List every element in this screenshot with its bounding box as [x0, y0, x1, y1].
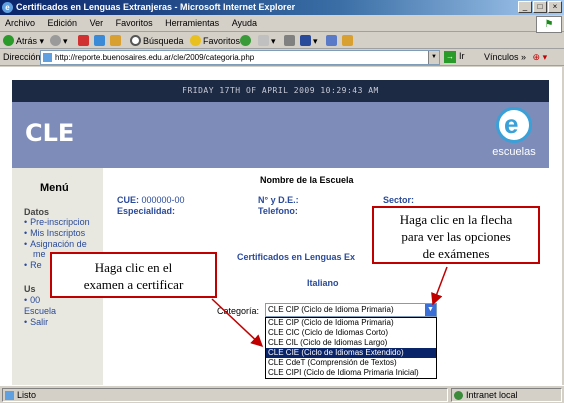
- page-content: FRIDAY 17TH OF APRIL 2009 10:29:43 AM CL…: [0, 67, 564, 385]
- minimize-button[interactable]: _: [518, 1, 532, 13]
- links-button[interactable]: Vínculos » ⊕ ▾: [484, 52, 547, 63]
- print-button[interactable]: [284, 34, 297, 48]
- discuss-button[interactable]: [326, 34, 339, 48]
- stop-icon: [78, 35, 89, 46]
- back-button[interactable]: Atrás ▾: [3, 34, 44, 48]
- favorites-button[interactable]: Favoritos: [190, 34, 240, 48]
- menu-bar: Archivo Edición Ver Favoritos Herramient…: [0, 15, 564, 32]
- edit-icon: [300, 35, 311, 46]
- status-text: Listo: [2, 388, 448, 402]
- edit-button[interactable]: ▾: [300, 34, 318, 48]
- forward-button[interactable]: ▾: [50, 34, 68, 48]
- go-arrow-icon: →: [444, 51, 456, 63]
- back-arrow-icon: [3, 35, 14, 46]
- pdf-icon[interactable]: ⊕ ▾: [533, 52, 548, 62]
- window-controls: _ □ ×: [518, 1, 562, 13]
- stop-button[interactable]: [78, 34, 91, 48]
- refresh-icon: [94, 35, 105, 46]
- refresh-button[interactable]: [94, 34, 107, 48]
- arrow-to-dropdown: [431, 266, 448, 306]
- address-url: http://reporte.buenosaires.edu.ar/cle/20…: [55, 53, 255, 62]
- address-bar: Dirección http://reporte.buenosaires.edu…: [0, 49, 564, 66]
- go-button[interactable]: → Ir: [444, 51, 465, 63]
- history-icon: [240, 35, 251, 46]
- home-button[interactable]: [110, 34, 123, 48]
- security-zone: Intranet local: [451, 388, 562, 402]
- discuss-icon: [326, 35, 337, 46]
- history-button[interactable]: [240, 34, 253, 48]
- ie-icon: e: [2, 2, 13, 13]
- page-icon: [43, 53, 52, 62]
- maximize-button[interactable]: □: [533, 1, 547, 13]
- mail-button[interactable]: ▾: [258, 34, 276, 48]
- address-label: Dirección: [3, 52, 41, 62]
- intranet-icon: [454, 391, 463, 400]
- window-title: Certificados en Lenguas Extranjeras - Mi…: [16, 2, 296, 12]
- menu-herramientas[interactable]: Herramientas: [160, 15, 224, 31]
- close-button[interactable]: ×: [548, 1, 562, 13]
- window-title-bar: e Certificados en Lenguas Extranjeras - …: [0, 0, 564, 15]
- messenger-icon: [342, 35, 353, 46]
- status-bar: Listo Intranet local: [0, 385, 564, 403]
- messenger-button[interactable]: [342, 34, 355, 48]
- windows-logo-icon: ⚑: [536, 16, 562, 33]
- menu-edicion[interactable]: Edición: [43, 15, 83, 31]
- star-icon: [190, 35, 201, 46]
- toolbar: Atrás ▾ ▾ Búsqueda Favoritos ▾ ▾: [0, 33, 564, 49]
- arrow-to-option: [211, 298, 264, 348]
- menu-archivo[interactable]: Archivo: [0, 15, 40, 31]
- search-icon: [130, 35, 141, 46]
- search-button[interactable]: Búsqueda: [130, 34, 184, 48]
- address-dropdown-icon[interactable]: ▼: [428, 51, 439, 64]
- address-input[interactable]: http://reporte.buenosaires.edu.ar/cle/20…: [40, 50, 440, 65]
- menu-ayuda[interactable]: Ayuda: [227, 15, 262, 31]
- mail-icon: [258, 35, 269, 46]
- status-page-icon: [5, 391, 14, 400]
- print-icon: [284, 35, 295, 46]
- menu-favoritos[interactable]: Favoritos: [111, 15, 158, 31]
- forward-arrow-icon: [50, 35, 61, 46]
- callout-arrows: [211, 266, 448, 348]
- menu-ver[interactable]: Ver: [85, 15, 109, 31]
- home-icon: [110, 35, 121, 46]
